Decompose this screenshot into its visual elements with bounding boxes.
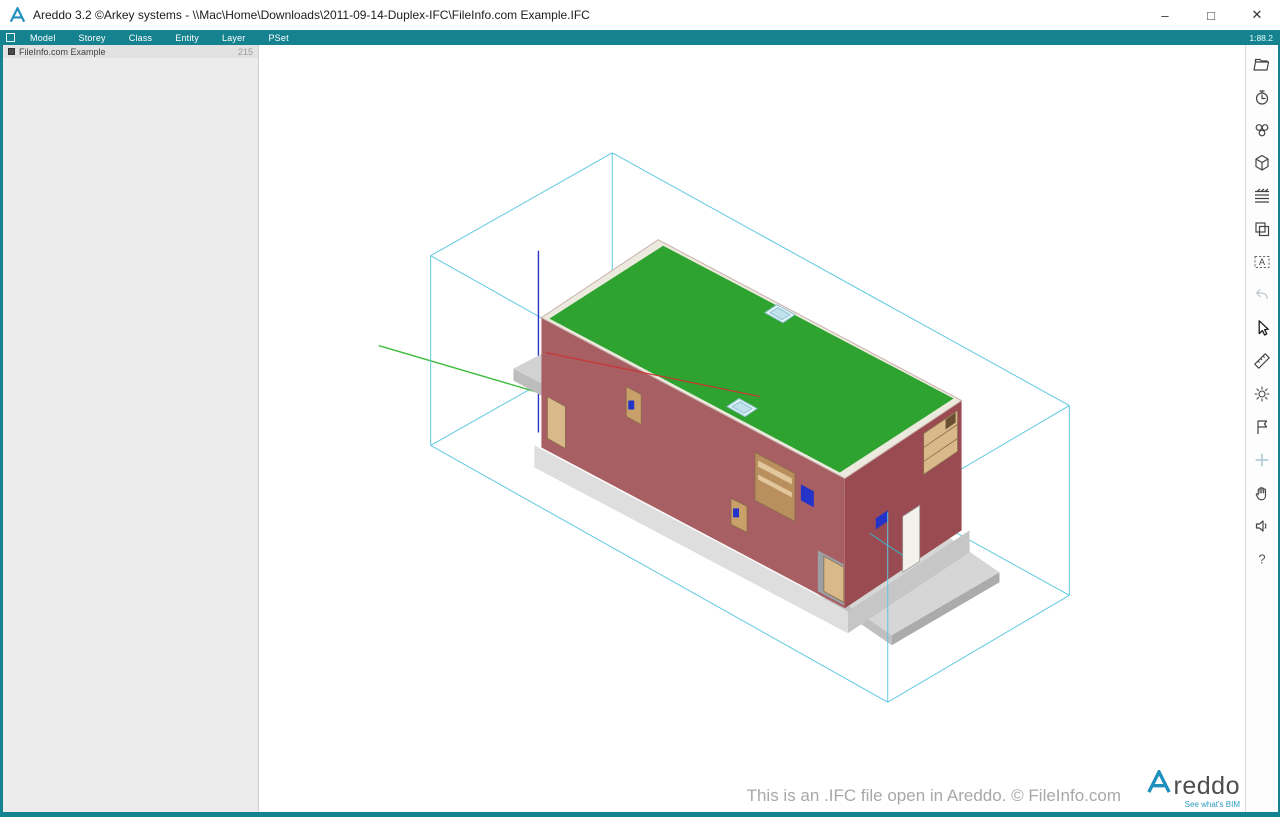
text-select-icon[interactable]: A [1251,251,1273,273]
help-icon[interactable]: ? [1251,548,1273,570]
sound-speaker-icon[interactable] [1251,515,1273,537]
model-tree-item[interactable]: FileInfo.com Example 215 [3,45,258,58]
content-area: FileInfo.com Example 215 [0,45,1280,812]
model-tree-panel: FileInfo.com Example 215 [3,45,259,812]
brand-name: reddo [1174,774,1240,799]
storeys-hatch-icon[interactable] [1251,185,1273,207]
svg-text:?: ? [1258,552,1265,567]
model-node-icon [8,48,15,55]
entity-count: 215 [238,47,253,57]
app-window: Areddo 3.2 ©Arkey systems - \\Mac\Home\D… [0,0,1280,817]
areddo-brand-mark-icon [1146,770,1172,799]
history-icon[interactable] [1251,86,1273,108]
maximize-button[interactable]: □ [1188,0,1234,30]
menu-class[interactable]: Class [129,33,153,43]
window-title: Areddo 3.2 ©Arkey systems - \\Mac\Home\D… [33,8,1142,22]
ifc-model-canvas[interactable] [259,45,1245,812]
areddo-brand: reddo See what's BIM [1146,770,1240,809]
areddo-logo-icon [9,7,26,23]
select-pointer-icon[interactable] [1251,317,1273,339]
add-plus-icon[interactable] [1251,449,1273,471]
light-sun-icon[interactable] [1251,383,1273,405]
duplicate-icon[interactable] [1251,218,1273,240]
svg-text:A: A [1259,257,1265,267]
tool-column: A [1245,45,1278,812]
open-folder-icon[interactable] [1251,53,1273,75]
menu-storey[interactable]: Storey [79,33,106,43]
menu-entity[interactable]: Entity [175,33,199,43]
entities-icon[interactable] [1251,119,1273,141]
watermark-text: This is an .IFC file open in Areddo. © F… [747,786,1121,806]
cube-3d-icon[interactable] [1251,152,1273,174]
bottom-border [0,812,1280,817]
pan-hand-icon[interactable] [1251,482,1273,504]
title-bar: Areddo 3.2 ©Arkey systems - \\Mac\Home\D… [0,0,1280,30]
menu-pset[interactable]: PSet [268,33,288,43]
viewport-3d[interactable]: This is an .IFC file open in Areddo. © F… [259,45,1245,812]
scale-indicator: 1:88.2 [1249,33,1273,43]
brand-tagline: See what's BIM [1146,800,1240,809]
model-node-label: FileInfo.com Example [19,47,106,57]
menu-layer[interactable]: Layer [222,33,246,43]
menu-model[interactable]: Model [30,33,56,43]
menu-bar: Model Storey Class Entity Layer PSet 1:8… [0,30,1280,45]
close-button[interactable]: ✕ [1234,0,1280,30]
undo-arrow-icon[interactable] [1251,284,1273,306]
flag-icon[interactable] [1251,416,1273,438]
measure-ruler-icon[interactable] [1251,350,1273,372]
checkbox-icon[interactable] [6,33,15,42]
minimize-button[interactable]: – [1142,0,1188,30]
